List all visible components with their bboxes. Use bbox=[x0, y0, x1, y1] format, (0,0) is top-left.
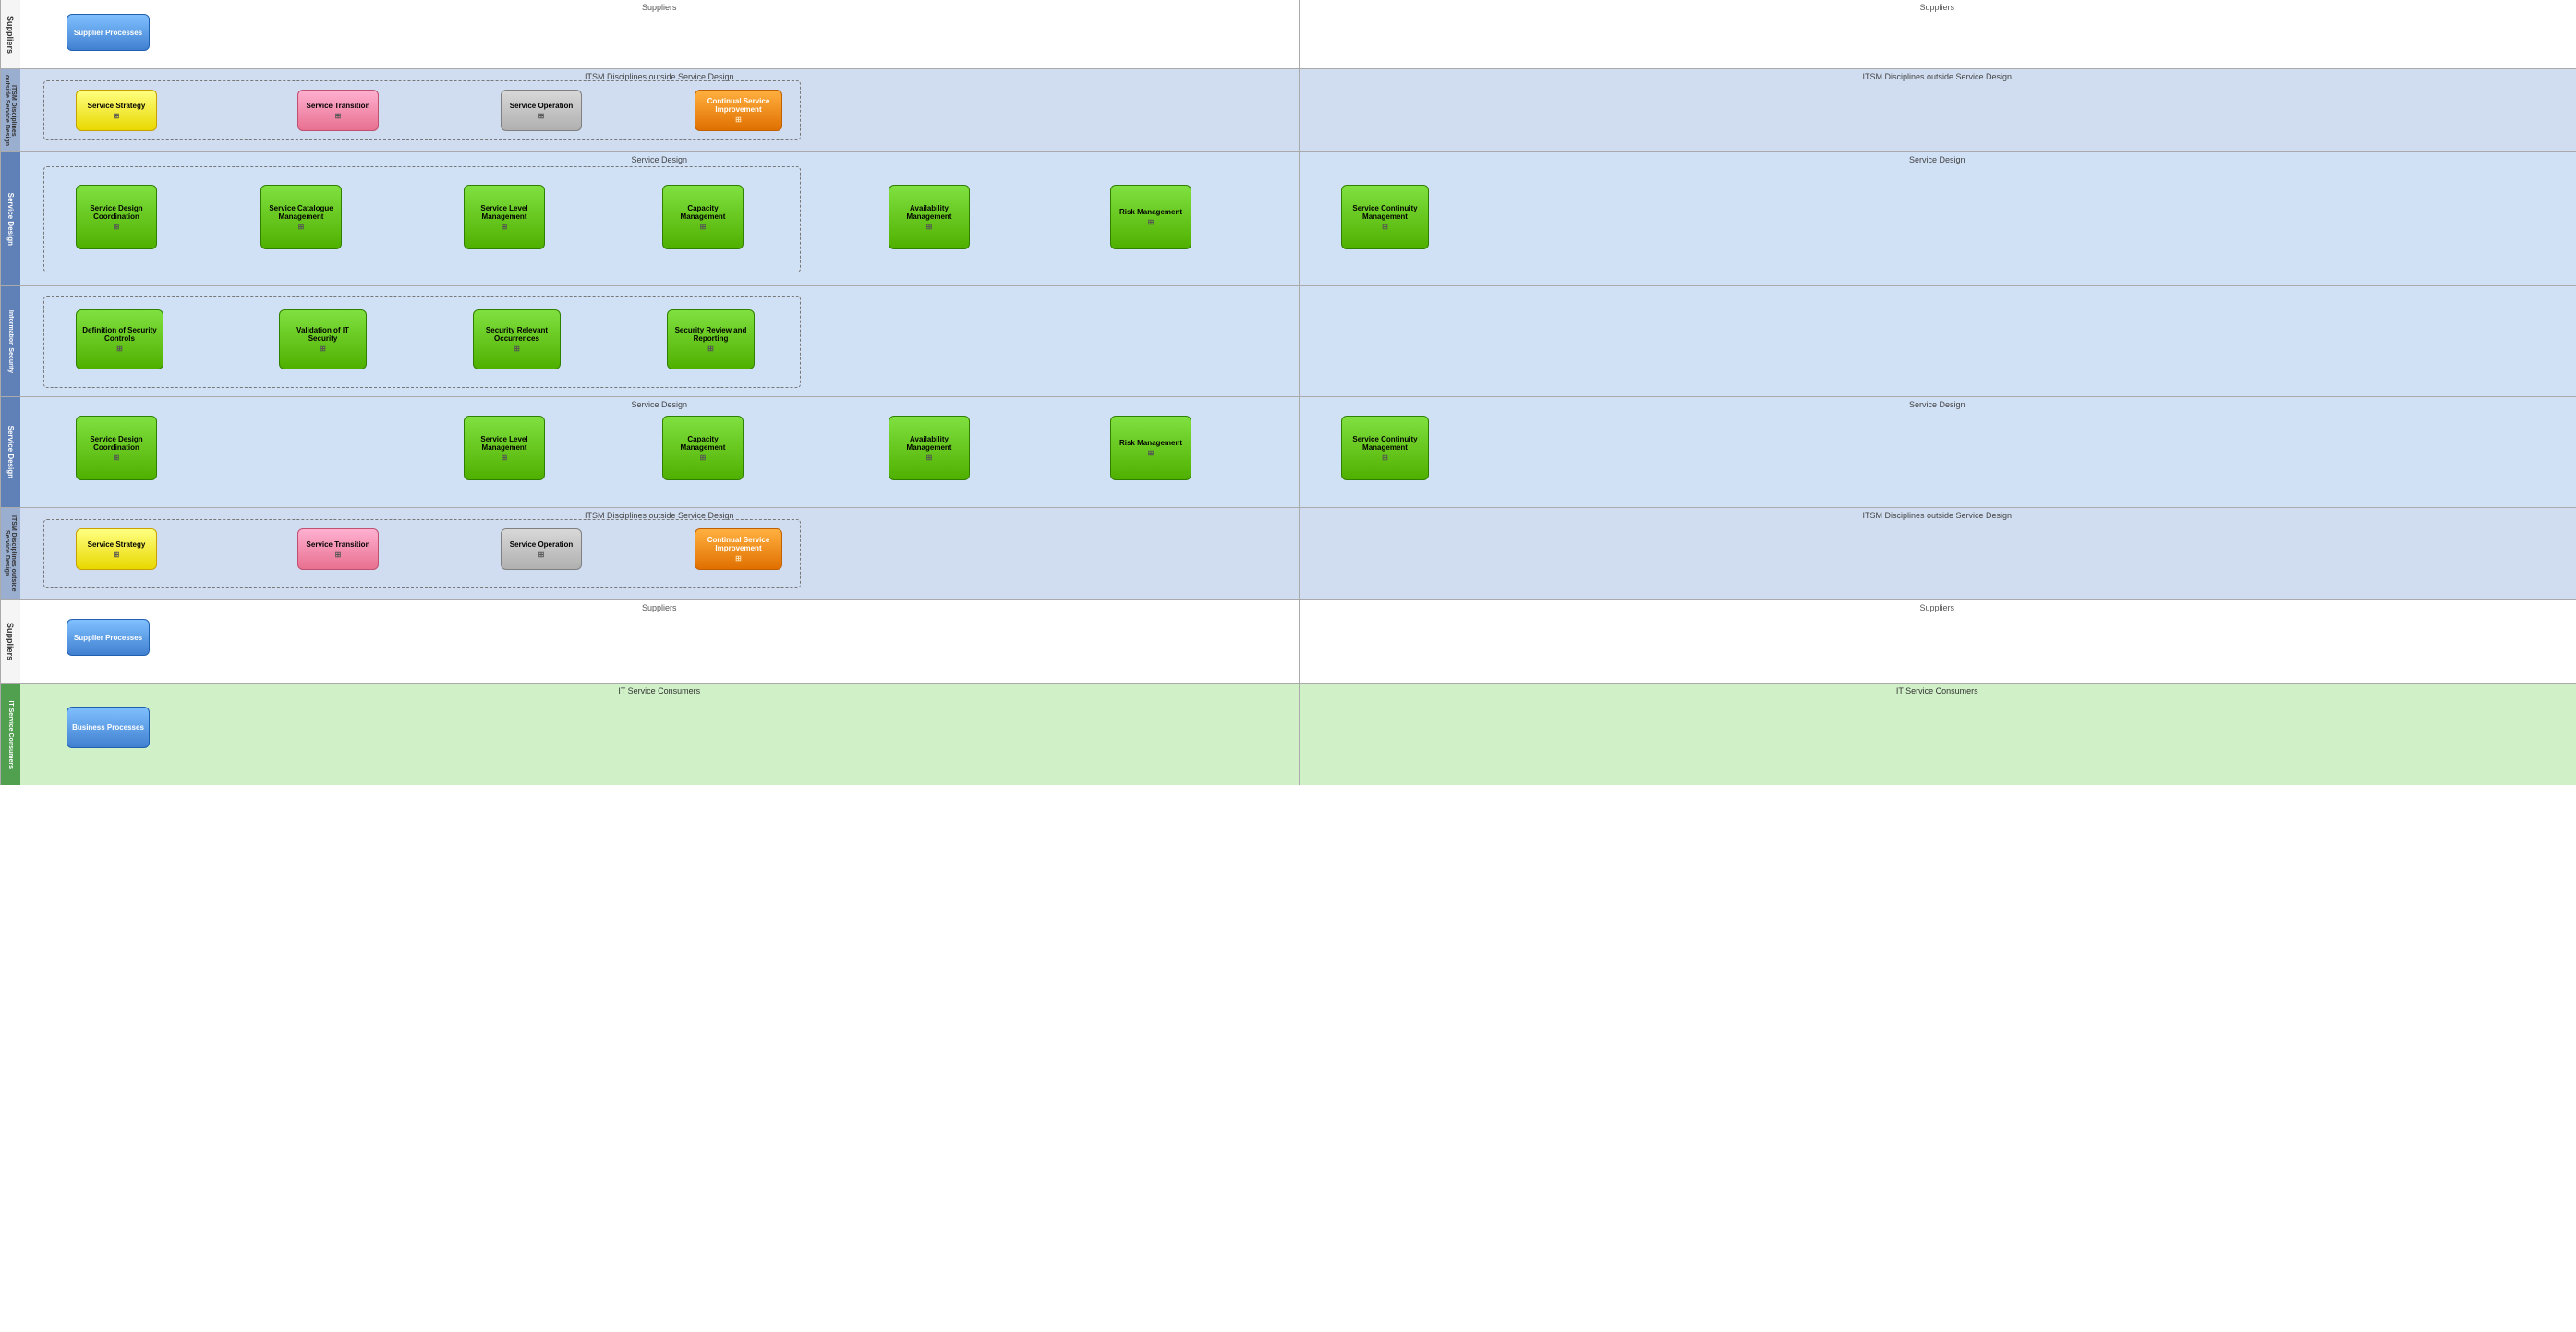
sd-bottom-right-header: Service Design bbox=[1909, 400, 1965, 409]
service-transition-bottom-box[interactable]: Service Transition ⊞ bbox=[297, 528, 379, 570]
diagram-container: Suppliers Suppliers Suppliers Supplier P… bbox=[0, 0, 2576, 1332]
capacity-mgmt-bottom-box[interactable]: Capacity Management ⊞ bbox=[662, 416, 744, 480]
service-design-bottom-label: Service Design bbox=[0, 397, 20, 507]
risk-mgmt-main-box[interactable]: Risk Management ⊞ bbox=[1110, 185, 1191, 249]
itsm-outside-top-lane: ITSM Disciplines outside Service Design … bbox=[0, 69, 2576, 152]
suppliers-label-top: Suppliers bbox=[0, 0, 20, 68]
itsm-bottom-right-header: ITSM Disciplines outside Service Design bbox=[1862, 511, 2012, 520]
itsm-top-right-header: ITSM Disciplines outside Service Design bbox=[1862, 72, 2012, 81]
continual-service-improvement-top-box[interactable]: Continual Service Improvement ⊞ bbox=[695, 90, 782, 131]
business-processes-box[interactable]: Business Processes bbox=[67, 707, 150, 748]
suppliers-top-right-header: Suppliers bbox=[1919, 3, 1954, 12]
info-security-label: Information Security bbox=[0, 286, 20, 396]
service-strategy-top-box[interactable]: Service Strategy ⊞ bbox=[76, 90, 157, 131]
validation-it-security-box[interactable]: Validation of IT Security ⊞ bbox=[279, 309, 367, 369]
security-relevant-occurrences-box[interactable]: Security Relevant Occurrences ⊞ bbox=[473, 309, 561, 369]
continual-service-improvement-bottom-box[interactable]: Continual Service Improvement ⊞ bbox=[695, 528, 782, 570]
info-security-lane: Information Security Definition of Secur… bbox=[0, 286, 2576, 397]
service-continuity-mgmt-main-box[interactable]: Service Continuity Management ⊞ bbox=[1341, 185, 1429, 249]
center-divider-top bbox=[1299, 0, 1300, 68]
center-divider-itsm-top bbox=[1299, 69, 1300, 151]
it-consumers-label: IT Service Consumers bbox=[0, 684, 20, 785]
service-strategy-bottom-box[interactable]: Service Strategy ⊞ bbox=[76, 528, 157, 570]
suppliers-bottom-label: Suppliers bbox=[0, 600, 20, 683]
suppliers-top-left-header: Suppliers bbox=[642, 3, 677, 12]
it-consumers-right-header: IT Service Consumers bbox=[1896, 686, 1978, 696]
suppliers-bottom-lane: Suppliers Suppliers Suppliers Supplier P… bbox=[0, 600, 2576, 684]
itsm-dashed-bottom bbox=[43, 519, 801, 588]
itsm-outside-bottom-lane: ITSM Disciplines outside Service Design … bbox=[0, 508, 2576, 600]
supplier-processes-bottom-box[interactable]: Supplier Processes bbox=[67, 619, 150, 656]
sd-main-right-header: Service Design bbox=[1909, 155, 1965, 164]
risk-mgmt-bottom-box[interactable]: Risk Management ⊞ bbox=[1110, 416, 1191, 480]
service-design-coord-bottom-box[interactable]: Service Design Coordination ⊞ bbox=[76, 416, 157, 480]
it-consumers-left-header: IT Service Consumers bbox=[618, 686, 700, 696]
sd-main-left-header: Service Design bbox=[631, 155, 687, 164]
center-divider-sup-bottom bbox=[1299, 600, 1300, 683]
center-divider-sd-bottom bbox=[1299, 397, 1300, 507]
center-divider-sec bbox=[1299, 286, 1300, 396]
center-divider-consumers bbox=[1299, 684, 1300, 785]
center-divider-sd-main bbox=[1299, 152, 1300, 285]
service-transition-top-box[interactable]: Service Transition ⊞ bbox=[297, 90, 379, 131]
it-consumers-lane: IT Service Consumers IT Service Consumer… bbox=[0, 684, 2576, 785]
capacity-mgmt-main-box[interactable]: Capacity Management ⊞ bbox=[662, 185, 744, 249]
sd-bottom-left-header: Service Design bbox=[631, 400, 687, 409]
availability-mgmt-bottom-box[interactable]: Availability Management ⊞ bbox=[889, 416, 970, 480]
itsm-dashed-region-top bbox=[43, 80, 801, 140]
definition-security-controls-box[interactable]: Definition of Security Controls ⊞ bbox=[76, 309, 163, 369]
service-design-coord-main-box[interactable]: Service Design Coordination ⊞ bbox=[76, 185, 157, 249]
security-review-reporting-box[interactable]: Security Review and Reporting ⊞ bbox=[667, 309, 755, 369]
itsm-outside-bottom-label: ITSM Disciplines outside Service Design bbox=[0, 508, 20, 599]
suppliers-bottom-left-header: Suppliers bbox=[642, 603, 677, 612]
availability-mgmt-main-box[interactable]: Availability Management ⊞ bbox=[889, 185, 970, 249]
service-operation-bottom-box[interactable]: Service Operation ⊞ bbox=[501, 528, 582, 570]
suppliers-lane-top: Suppliers Suppliers Suppliers Supplier P… bbox=[0, 0, 2576, 69]
service-design-main-lane: Service Design Service Design Service De… bbox=[0, 152, 2576, 286]
itsm-outside-top-label: ITSM Disciplines outside Service Design bbox=[0, 69, 20, 151]
service-design-bottom-lane: Service Design Service Design Service De… bbox=[0, 397, 2576, 508]
service-design-main-label: Service Design bbox=[0, 152, 20, 285]
supplier-processes-top-box[interactable]: Supplier Processes bbox=[67, 14, 150, 51]
service-operation-top-box[interactable]: Service Operation ⊞ bbox=[501, 90, 582, 131]
service-continuity-mgmt-bottom-box[interactable]: Service Continuity Management ⊞ bbox=[1341, 416, 1429, 480]
service-level-mgmt-bottom-box[interactable]: Service Level Management ⊞ bbox=[464, 416, 545, 480]
suppliers-bottom-right-header: Suppliers bbox=[1919, 603, 1954, 612]
service-catalogue-mgmt-box[interactable]: Service Catalogue Management ⊞ bbox=[260, 185, 342, 249]
center-divider-itsm-bottom bbox=[1299, 508, 1300, 599]
service-level-mgmt-main-box[interactable]: Service Level Management ⊞ bbox=[464, 185, 545, 249]
